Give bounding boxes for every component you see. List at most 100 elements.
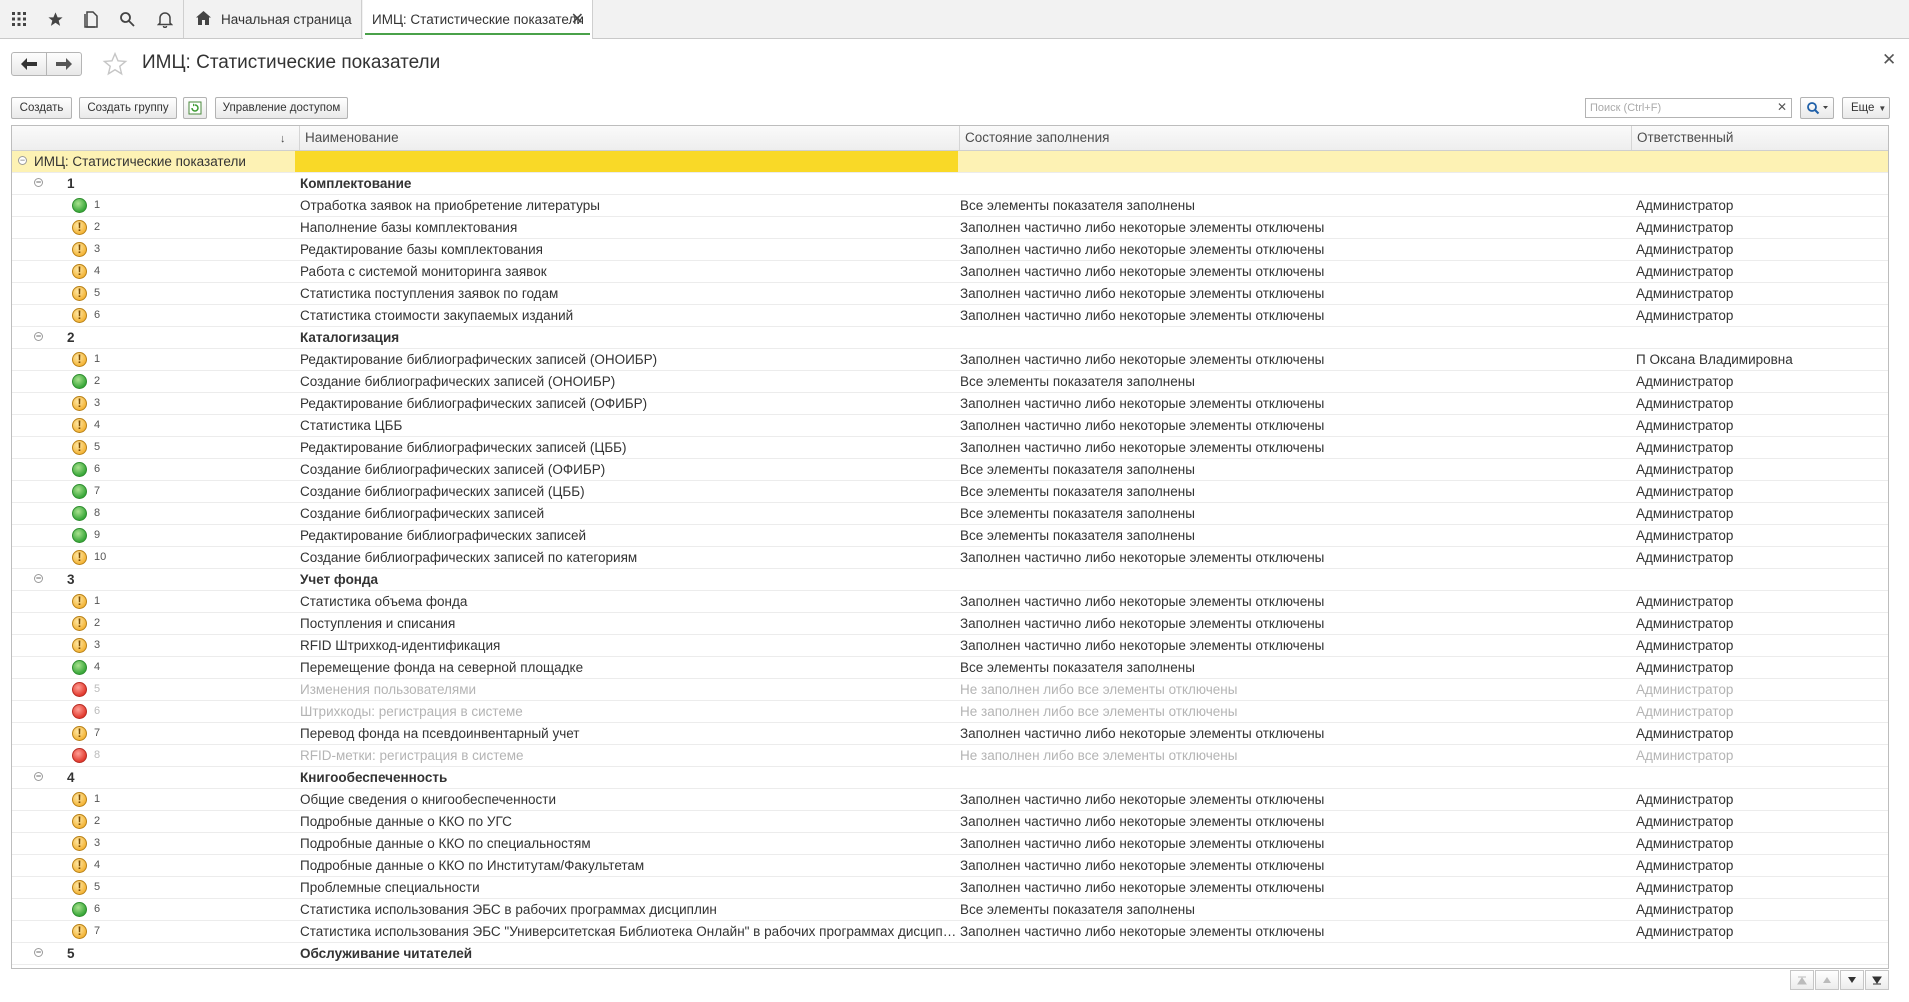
- search-input[interactable]: [1586, 99, 1774, 117]
- status-filled-icon: [72, 660, 87, 675]
- search-clear-icon[interactable]: ✕: [1777, 100, 1787, 114]
- table-header: ↓ Наименование Состояние заполнения Отве…: [12, 126, 1888, 151]
- create-button[interactable]: Создать: [11, 97, 72, 119]
- table-row[interactable]: ! 10 Создание библиографических записей по…: [12, 547, 1888, 569]
- collapse-toggle-icon[interactable]: −: [34, 948, 43, 957]
- scroll-up-button[interactable]: [1815, 970, 1839, 990]
- item-number: 6: [94, 463, 101, 475]
- item-name: Редактирование библиографических записей…: [300, 396, 648, 411]
- search-options-button[interactable]: [1800, 97, 1834, 119]
- favorites-star-icon[interactable]: [36, 0, 74, 38]
- item-state: Заполнен частично либо некоторые элемент…: [960, 726, 1325, 741]
- create-group-button[interactable]: Создать группу: [79, 97, 177, 119]
- item-state: Все элементы показателя заполнены: [960, 462, 1195, 477]
- status-warning-icon: !: [72, 726, 87, 741]
- header-state[interactable]: Состояние заполнения: [960, 126, 1632, 150]
- table-row[interactable]: ! 4 Работа с системой мониторинга заявок За…: [12, 261, 1888, 283]
- table-row[interactable]: 8 Создание библиографических записей Все э…: [12, 503, 1888, 525]
- table-row-group[interactable]: − 5 Обслуживание читателей: [12, 943, 1888, 965]
- table-row[interactable]: 2 Создание библиографических записей (ОНО…: [12, 371, 1888, 393]
- item-number: 5: [94, 683, 101, 695]
- history-icon[interactable]: [72, 0, 110, 38]
- item-responsible: Администратор: [1636, 440, 1734, 455]
- table-row[interactable]: ! 4 Подробные данные о ККО по Институтам/Ф…: [12, 855, 1888, 877]
- table-row[interactable]: ! 3 RFID Штрихкод-идентификация Заполнен ча…: [12, 635, 1888, 657]
- collapse-toggle-icon[interactable]: −: [34, 178, 43, 187]
- table-row-group[interactable]: − 1 Комплектование: [12, 173, 1888, 195]
- group-number: 2: [67, 330, 75, 345]
- table-row[interactable]: ! 3 Редактирование базы комплектования Запо…: [12, 239, 1888, 261]
- header-responsible[interactable]: Ответственный: [1632, 126, 1888, 150]
- item-state: Заполнен частично либо некоторые элемент…: [960, 286, 1325, 301]
- collapse-toggle-icon[interactable]: −: [18, 156, 27, 165]
- scroll-first-button[interactable]: [1790, 970, 1814, 990]
- table-row[interactable]: 7 Создание библиографических записей (ЦББ…: [12, 481, 1888, 503]
- item-number: 8: [94, 749, 101, 761]
- table-row[interactable]: ! 1 Редактирование библиографических запис…: [12, 349, 1888, 371]
- header-code[interactable]: ↓: [12, 126, 300, 150]
- item-number: 4: [94, 265, 101, 277]
- table-row[interactable]: ! 2 Наполнение базы комплектования Заполнен…: [12, 217, 1888, 239]
- item-state: Заполнен частично либо некоторые элемент…: [960, 814, 1325, 829]
- scroll-down-button[interactable]: [1840, 970, 1864, 990]
- status-warning-icon: !: [72, 418, 87, 433]
- header-name[interactable]: Наименование: [300, 126, 960, 150]
- forward-button[interactable]: [46, 52, 82, 76]
- notifications-bell-icon[interactable]: [146, 0, 184, 38]
- table-row[interactable]: ! 6 Статистика стоимости закупаемых издани…: [12, 305, 1888, 327]
- table-row[interactable]: 4 Перемещение фонда на северной площадке В…: [12, 657, 1888, 679]
- table-row[interactable]: 6 Штрихкоды: регистрация в системе Не запо…: [12, 701, 1888, 723]
- table-row[interactable]: ! 5 Редактирование библиографических запис…: [12, 437, 1888, 459]
- item-name: Статистика поступления заявок по годам: [300, 286, 559, 301]
- table-row-group[interactable]: − 4 Книгообеспеченность: [12, 767, 1888, 789]
- item-state: Заполнен частично либо некоторые элемент…: [960, 352, 1325, 367]
- scroll-last-button[interactable]: [1865, 970, 1889, 990]
- item-name: Статистика ЦББ: [300, 418, 403, 433]
- item-state: Все элементы показателя заполнены: [960, 198, 1195, 213]
- table-row[interactable]: 6 Статистика использования ЭБС в рабочих …: [12, 899, 1888, 921]
- table-row[interactable]: 6 Создание библиографических записей (ОФИ…: [12, 459, 1888, 481]
- search-field[interactable]: ✕: [1585, 98, 1792, 118]
- table-row-group[interactable]: − 2 Каталогизация: [12, 327, 1888, 349]
- table-row[interactable]: 1 Отработка заявок на приобретение литера…: [12, 195, 1888, 217]
- table-row[interactable]: 8 RFID-метки: регистрация в системе Не зап…: [12, 745, 1888, 767]
- tab-close-icon[interactable]: ✕: [571, 9, 584, 29]
- add-to-favorites-star-icon[interactable]: [102, 51, 128, 80]
- more-button[interactable]: Еще ▼: [1842, 97, 1890, 119]
- table-row-root[interactable]: − ИМЦ: Статистические показатели: [12, 151, 1888, 173]
- table-row[interactable]: ! 7 Перевод фонда на псевдоинвентарный уче…: [12, 723, 1888, 745]
- table-row-group[interactable]: − 3 Учет фонда: [12, 569, 1888, 591]
- tab-statistics[interactable]: ИМЦ: Статистические показатели ✕: [363, 0, 593, 39]
- status-warning-icon: !: [72, 814, 87, 829]
- item-name: Создание библиографических записей (ОНОИ…: [300, 374, 616, 389]
- back-button[interactable]: [11, 52, 47, 76]
- sections-menu-icon[interactable]: [0, 0, 38, 38]
- access-management-button[interactable]: Управление доступом: [215, 97, 348, 119]
- collapse-toggle-icon[interactable]: −: [34, 332, 43, 341]
- search-icon[interactable]: [108, 0, 146, 38]
- magnifier-dropdown-icon: [1807, 102, 1828, 115]
- table-row[interactable]: ! 2 Подробные данные о ККО по УГС Заполнен …: [12, 811, 1888, 833]
- export-excel-button[interactable]: [183, 97, 207, 119]
- table-row[interactable]: ! 5 Статистика поступления заявок по годам…: [12, 283, 1888, 305]
- table-row[interactable]: 9 Редактирование библиографических записе…: [12, 525, 1888, 547]
- table-row[interactable]: ! 3 Редактирование библиографических запис…: [12, 393, 1888, 415]
- table-row[interactable]: ! 2 Поступления и списания Заполнен частичн…: [12, 613, 1888, 635]
- table-row[interactable]: ! 5 Проблемные специальности Заполнен части…: [12, 877, 1888, 899]
- table-row[interactable]: ! 1 Статистика объема фонда Заполнен частич…: [12, 591, 1888, 613]
- item-state: Не заполнен либо все элементы отключены: [960, 748, 1238, 763]
- indicators-table[interactable]: ↓ Наименование Состояние заполнения Отве…: [11, 125, 1889, 969]
- table-row[interactable]: ! 3 Подробные данные о ККО по специальност…: [12, 833, 1888, 855]
- item-number: 3: [94, 837, 101, 849]
- table-row[interactable]: ! 4 Статистика ЦББ Заполнен частично либо н…: [12, 415, 1888, 437]
- item-responsible: Администратор: [1636, 198, 1734, 213]
- collapse-toggle-icon[interactable]: −: [34, 772, 43, 781]
- table-row[interactable]: ! 1 Общие сведения о книгообеспеченности За…: [12, 789, 1888, 811]
- collapse-toggle-icon[interactable]: −: [34, 574, 43, 583]
- item-responsible: Администратор: [1636, 814, 1734, 829]
- table-row[interactable]: 5 Изменения пользователями Не заполнен либ…: [12, 679, 1888, 701]
- form-close-icon[interactable]: ✕: [1882, 50, 1896, 70]
- tab-home[interactable]: Начальная страница: [184, 0, 362, 38]
- table-row[interactable]: ! 7 Статистика использования ЭБС "Универси…: [12, 921, 1888, 943]
- item-state: Все элементы показателя заполнены: [960, 484, 1195, 499]
